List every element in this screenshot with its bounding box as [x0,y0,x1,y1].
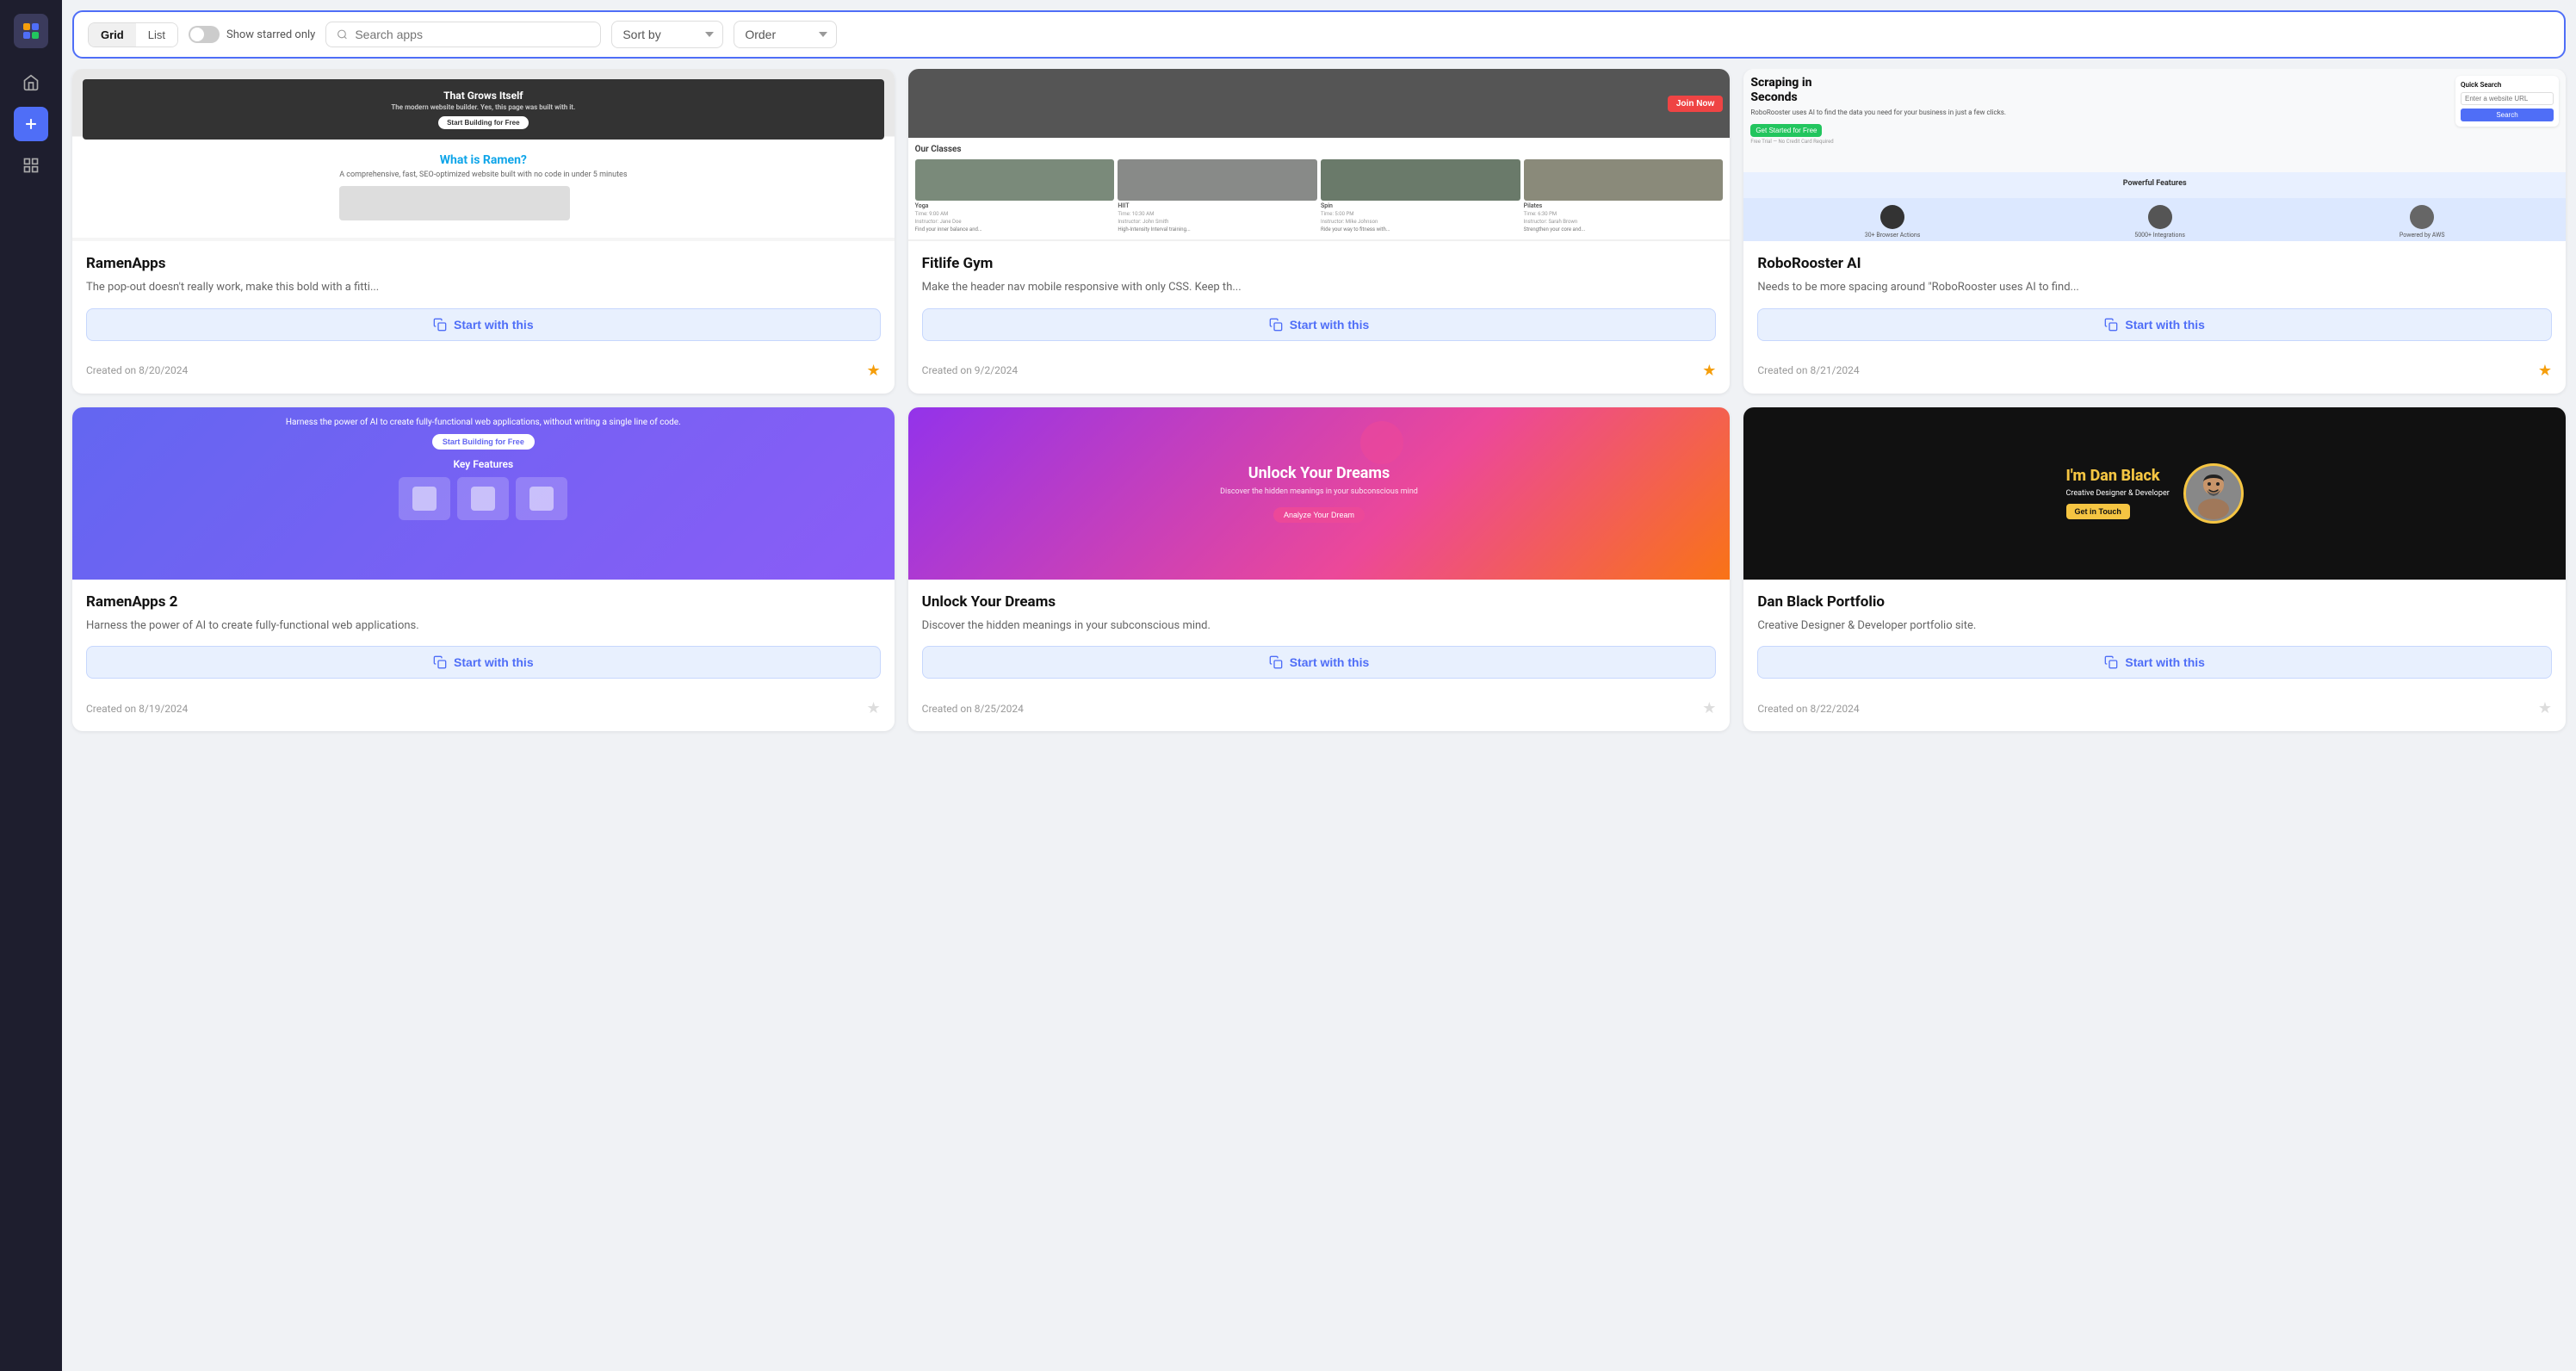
card-title: RamenApps [86,255,881,272]
gym-class-yoga: Yoga Time: 9:00 AM Instructor: Jane Doe … [915,159,1115,233]
gym-class-pilates: Pilates Time: 6:30 PM Instructor: Sarah … [1524,159,1724,233]
card-preview-ramenapps2: Harness the power of AI to create fully-… [72,407,895,580]
card-footer: Created on 8/20/2024 ★ [72,355,895,394]
card-description: Harness the power of AI to create fully-… [86,617,881,635]
card-ramenapps: That Grows Itself The modern website bui… [72,69,895,394]
banner-build-btn: Start Building for Free [432,434,535,450]
start-with-this-button[interactable]: Start with this [1757,646,2552,679]
card-title: Fitlife Gym [922,255,1717,272]
card-dreams: Unlock Your Dreams Discover the hidden m… [908,407,1731,732]
card-created-date: Created on 8/22/2024 [1757,703,1859,715]
card-footer: Created on 8/19/2024 ★ [72,692,895,731]
start-button-label: Start with this [1290,655,1370,669]
search-input[interactable] [355,28,590,41]
card-created-date: Created on 8/25/2024 [922,703,1024,715]
card-created-date: Created on 9/2/2024 [922,364,1019,376]
sort-by-select[interactable]: Sort by Name Date Created Last Modified [611,21,723,48]
robo-feature-integrations: 5000+ Integrations [2134,205,2185,239]
card-description: Creative Designer & Developer portfolio … [1757,617,2552,635]
sidebar-item-grid[interactable] [14,148,48,183]
sidebar-logo [14,14,48,48]
starred-toggle-container: Show starred only [189,26,315,43]
star-icon[interactable]: ★ [1702,699,1716,717]
sidebar-item-add[interactable] [14,107,48,141]
dan-avatar [2183,463,2244,524]
gym-class-hiit: HIIT Time: 10:30 AM Instructor: John Smi… [1118,159,1317,233]
card-created-date: Created on 8/20/2024 [86,364,188,376]
card-preview-fitlifegym: Join Now Our Classes Yoga Time: 9:00 AM … [908,69,1731,241]
view-toggle: Grid List [88,22,178,47]
start-with-this-button[interactable]: Start with this [86,308,881,341]
start-button-label: Start with this [2125,655,2205,669]
card-description: Make the header nav mobile responsive wi… [922,279,1717,296]
start-with-this-button[interactable]: Start with this [922,646,1717,679]
card-title: Dan Black Portfolio [1757,593,2552,611]
card-created-date: Created on 8/19/2024 [86,703,188,715]
start-with-this-button[interactable]: Start with this [1757,308,2552,341]
cards-grid: That Grows Itself The modern website bui… [72,69,2566,731]
card-title: RamenApps 2 [86,593,881,611]
star-icon[interactable]: ★ [2538,699,2552,717]
start-button-label: Start with this [1290,318,1370,332]
card-title: RoboRooster AI [1757,255,2552,272]
star-icon[interactable]: ★ [1702,362,1716,380]
card-danblack: I'm Dan Black Creative Designer & Develo… [1743,407,2566,732]
card-footer: Created on 8/25/2024 ★ [908,692,1731,731]
order-select[interactable]: Order Ascending Descending [734,21,837,48]
starred-only-label: Show starred only [226,28,315,41]
gym-join-btn: Join Now [1668,96,1723,112]
gym-class-spin: Spin Time: 5:00 PM Instructor: Mike John… [1321,159,1520,233]
sidebar [0,0,62,1371]
robo-feature-browser: 30+ Browser Actions [1865,205,1921,239]
start-button-label: Start with this [454,655,534,669]
card-ramenapps2: Harness the power of AI to create fully-… [72,407,895,732]
card-title: Unlock Your Dreams [922,593,1717,611]
star-icon[interactable]: ★ [2538,362,2552,380]
start-button-label: Start with this [454,318,534,332]
robo-feature-aws: Powered by AWS [2400,205,2445,239]
card-roborooster: Scraping inSeconds RoboRooster uses AI t… [1743,69,2566,394]
star-icon[interactable]: ★ [867,699,881,717]
dan-text: I'm Dan Black Creative Designer & Develo… [2066,467,2170,519]
search-box [325,22,601,47]
cards-container: That Grows Itself The modern website bui… [62,69,2576,1371]
dreams-analyze-btn: Analyze Your Dream [1273,507,1365,523]
start-with-this-button[interactable]: Start with this [86,646,881,679]
list-view-button[interactable]: List [136,23,177,47]
card-footer: Created on 8/22/2024 ★ [1743,692,2566,731]
main-content: Grid List Show starred only Sort by Name… [62,0,2576,1371]
dan-contact-btn: Get in Touch [2066,504,2130,519]
card-created-date: Created on 8/21/2024 [1757,364,1859,376]
card-preview-roborooster: Scraping inSeconds RoboRooster uses AI t… [1743,69,2566,241]
card-description: Needs to be more spacing around "RoboRoo… [1757,279,2552,296]
toolbar: Grid List Show starred only Sort by Name… [72,10,2566,59]
start-with-this-button[interactable]: Start with this [922,308,1717,341]
start-button-label: Start with this [2125,318,2205,332]
card-description: The pop-out doesn't really work, make th… [86,279,881,296]
card-fitlifegym: Join Now Our Classes Yoga Time: 9:00 AM … [908,69,1731,394]
search-icon [337,28,348,40]
card-preview-dreams: Unlock Your Dreams Discover the hidden m… [908,407,1731,580]
grid-view-button[interactable]: Grid [89,23,136,47]
card-preview-ramenapps: That Grows Itself The modern website bui… [72,69,895,241]
card-footer: Created on 8/21/2024 ★ [1743,355,2566,394]
card-preview-danblack: I'm Dan Black Creative Designer & Develo… [1743,407,2566,580]
star-icon[interactable]: ★ [867,362,881,380]
starred-only-toggle[interactable] [189,26,220,43]
sidebar-item-home[interactable] [14,65,48,100]
card-footer: Created on 9/2/2024 ★ [908,355,1731,394]
card-description: Discover the hidden meanings in your sub… [922,617,1717,635]
